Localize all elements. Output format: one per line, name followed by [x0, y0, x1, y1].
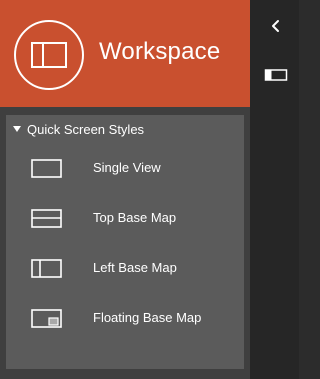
style-item-label: Top Base Map	[93, 210, 177, 225]
caret-down-icon	[13, 126, 21, 132]
layout-toggle-button[interactable]	[264, 63, 288, 87]
chevron-left-icon	[272, 20, 279, 32]
style-item-label: Left Base Map	[93, 260, 177, 275]
left-base-map-icon	[31, 259, 62, 278]
workspace-layout-icon	[14, 20, 84, 90]
workspace-panel: Workspace Quick Screen Styles Single Vie…	[0, 0, 250, 379]
single-view-icon	[31, 159, 62, 178]
style-item-floating-base-map[interactable]: Floating Base Map	[6, 296, 244, 340]
style-item-label: Floating Base Map	[93, 310, 202, 325]
top-base-map-icon	[31, 209, 62, 228]
style-item-single-view[interactable]: Single View	[6, 146, 244, 190]
style-item-top-base-map[interactable]: Top Base Map	[6, 196, 244, 240]
section-title: Quick Screen Styles	[27, 121, 145, 137]
quick-screen-styles-section: Quick Screen Styles Single View Top Base…	[6, 115, 244, 369]
style-item-label: Single View	[93, 160, 161, 175]
collapse-panel-button[interactable]	[264, 14, 288, 38]
floating-base-map-icon	[31, 309, 62, 328]
quick-screen-styles-toggle[interactable]: Quick Screen Styles	[12, 119, 144, 139]
page-title: Workspace	[99, 38, 221, 65]
workspace-header: Workspace	[0, 0, 250, 107]
panel-layout-icon	[264, 69, 288, 81]
right-rail	[250, 0, 299, 379]
style-item-left-base-map[interactable]: Left Base Map	[6, 246, 244, 290]
